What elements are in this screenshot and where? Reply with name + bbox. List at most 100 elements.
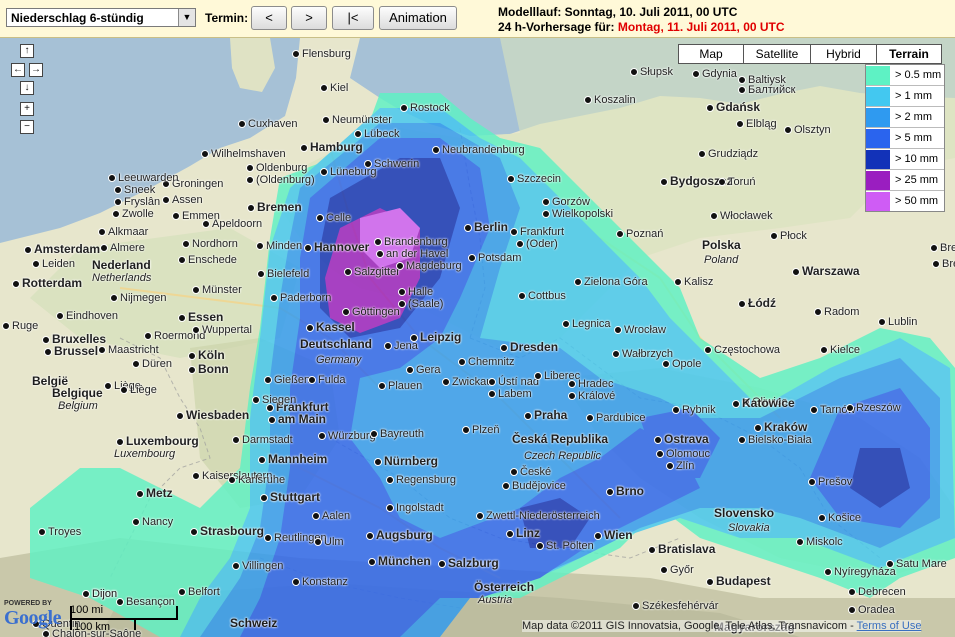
map-type-satellite[interactable]: Satellite xyxy=(743,44,811,64)
city-name: St. Pölten xyxy=(546,540,594,552)
city-name: Opole xyxy=(672,358,702,370)
city-name: Wielkopolski xyxy=(552,208,614,220)
city-name: Zlín xyxy=(676,460,695,472)
prev-button[interactable]: < xyxy=(251,6,287,30)
city-label: Gießen xyxy=(262,374,310,386)
legend-swatch xyxy=(866,107,890,127)
city-name: Frankfurt xyxy=(520,226,565,238)
city-name: Belfort xyxy=(188,586,220,598)
city-marker-icon xyxy=(192,472,200,481)
city-label: Králové xyxy=(566,390,615,402)
city-marker-icon xyxy=(612,350,620,359)
city-name: Česká Republika xyxy=(512,432,609,446)
city-name: Wrocław xyxy=(624,324,666,336)
city-name: Labem xyxy=(498,388,532,400)
city-name: Linz xyxy=(516,526,540,540)
animation-button[interactable]: Animation xyxy=(379,6,457,30)
city-marker-icon xyxy=(464,223,472,232)
model-run-info: Modelllauf: Sonntag, 10. Juli 2011, 00 U… xyxy=(498,5,738,19)
city-label: Budapest xyxy=(704,574,771,588)
city-label: Wilhelmshaven xyxy=(199,148,286,160)
city-label: Lüneburg xyxy=(318,166,377,178)
city-label: Dijon xyxy=(80,588,117,600)
map-type-terrain[interactable]: Terrain xyxy=(876,44,942,64)
city-label: Nancy xyxy=(130,516,173,528)
zoom-out-button[interactable]: − xyxy=(20,120,34,134)
city-name: Legnica xyxy=(572,318,611,330)
city-name: Budapest xyxy=(716,574,771,588)
city-name: Wilhelmshaven xyxy=(211,148,286,160)
city-marker-icon xyxy=(396,262,404,271)
city-marker-icon xyxy=(594,531,602,540)
city-label: Satu Mare xyxy=(884,558,947,570)
city-label: Gorzów xyxy=(540,196,590,208)
zoom-in-button[interactable]: + xyxy=(20,102,34,116)
pan-left-button[interactable]: ← xyxy=(11,63,25,77)
city-label: Zlín xyxy=(664,460,694,472)
city-marker-icon xyxy=(438,559,446,568)
city-label: Székesfehérvár xyxy=(630,600,718,612)
city-name: Halle xyxy=(408,286,434,298)
city-label: Poznań xyxy=(614,228,663,240)
city-marker-icon xyxy=(732,399,740,408)
city-name: Lübeck xyxy=(364,128,400,140)
city-marker-icon xyxy=(810,406,818,415)
city-marker-icon xyxy=(796,538,804,547)
pan-up-button[interactable]: ↑ xyxy=(20,44,34,58)
city-label: Halle xyxy=(396,286,433,298)
city-marker-icon xyxy=(736,120,744,129)
city-name: Luxembourg xyxy=(114,448,176,460)
city-label: Wuppertal xyxy=(190,324,252,336)
pan-down-button[interactable]: ↓ xyxy=(20,81,34,95)
city-label: Lublin xyxy=(876,316,917,328)
city-marker-icon xyxy=(654,435,662,444)
city-label: Flensburg xyxy=(290,48,351,60)
city-label: Rzeszów xyxy=(844,402,901,414)
city-label: Darmstadt xyxy=(230,434,293,446)
city-marker-icon xyxy=(542,198,550,207)
chevron-down-icon[interactable]: ▼ xyxy=(178,9,195,26)
city-label: Bayreuth xyxy=(368,428,424,440)
map-type-hybrid[interactable]: Hybrid xyxy=(810,44,877,64)
terms-of-use-link[interactable]: Terms of Use xyxy=(857,620,922,632)
city-marker-icon xyxy=(258,455,266,464)
city-label: Балтийск xyxy=(736,84,795,96)
city-name: Nijmegen xyxy=(120,292,167,304)
city-marker-icon xyxy=(648,545,656,554)
city-name: Székesfehérvár xyxy=(642,600,719,612)
city-marker-icon xyxy=(534,372,542,381)
map-type-map[interactable]: Map xyxy=(678,44,744,64)
next-button[interactable]: > xyxy=(291,6,327,30)
city-label: Assen xyxy=(160,194,203,206)
city-name: Králové xyxy=(578,390,616,402)
termin-label: Termin: xyxy=(205,11,249,25)
product-select[interactable]: Niederschlag 6-stündig ▼ xyxy=(6,8,196,27)
city-label: Würzburg xyxy=(316,430,376,442)
city-name: Österreich xyxy=(474,580,535,594)
city-label: Minden xyxy=(254,240,302,252)
forecast-date: Montag, 11. Juli 2011, 00 UTC xyxy=(617,20,785,34)
city-marker-icon xyxy=(182,240,190,249)
city-marker-icon xyxy=(458,358,466,367)
city-label: Zwolle xyxy=(110,208,154,220)
city-marker-icon xyxy=(584,96,592,105)
city-name: Essen xyxy=(188,310,224,324)
city-label: Chemnitz xyxy=(456,356,514,368)
city-marker-icon xyxy=(320,84,328,93)
city-name: Troyes xyxy=(48,526,82,538)
city-name: Zwolle xyxy=(122,208,154,220)
first-button[interactable]: |< xyxy=(332,6,374,30)
city-marker-icon xyxy=(824,568,832,577)
city-name: Nancy xyxy=(142,516,174,528)
city-name: am Main xyxy=(278,412,327,426)
city-label: Alkmaar xyxy=(96,226,148,238)
city-label: Neumünster xyxy=(320,114,392,126)
country-label: Poland xyxy=(704,254,738,266)
city-name: Liège xyxy=(130,384,157,396)
city-label: Plzeň xyxy=(460,424,500,436)
city-name: Katowice xyxy=(742,396,795,410)
pan-right-button[interactable]: → xyxy=(29,63,43,77)
city-marker-icon xyxy=(510,228,518,237)
map[interactable]: Flensburg Kiel Rostock Neumünster Lübeck Cuxh… xyxy=(0,38,955,637)
city-marker-icon xyxy=(462,426,470,435)
